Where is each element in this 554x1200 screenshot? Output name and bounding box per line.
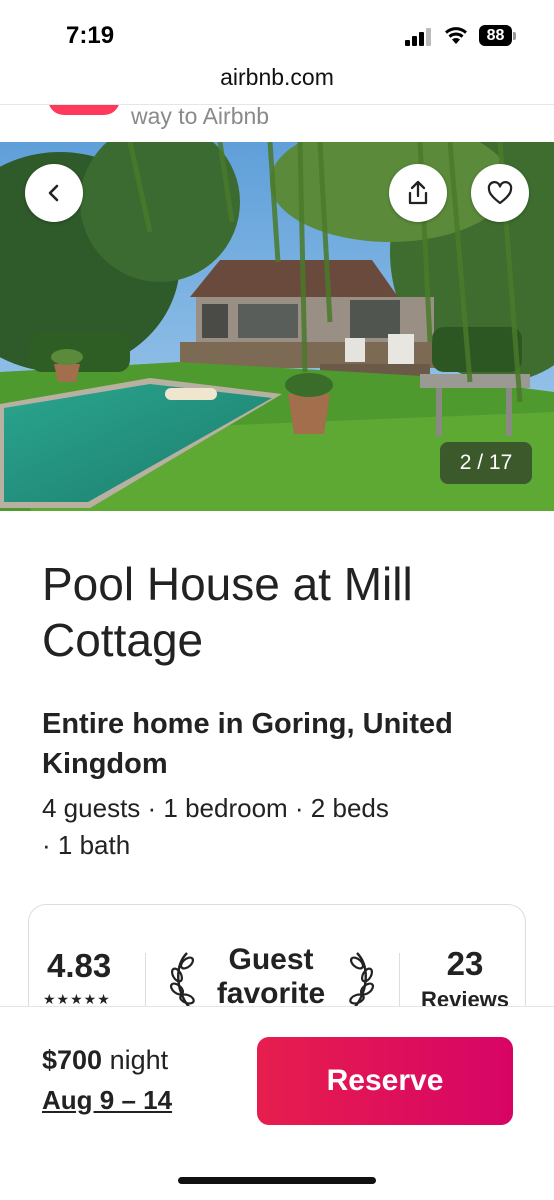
home-indicator[interactable] [178,1177,376,1184]
save-favorite-button[interactable] [471,164,529,222]
banner-logo [48,105,120,115]
battery-level: 88 [479,25,512,46]
signal-icon [405,28,433,46]
browser-url[interactable]: airbnb.com [0,64,554,91]
banner-text: way to Airbnb [131,104,270,129]
back-arrow-icon [48,184,59,202]
wifi-icon [443,24,469,46]
back-button[interactable] [25,164,83,222]
share-button[interactable] [389,164,447,222]
badge-line-1: Guest [228,943,314,976]
laurel-left-icon [169,952,195,1008]
status-bar: 7:19 88 [0,0,554,62]
details-line-1: 4 guests · 1 bedroom · 2 beds [42,793,389,823]
battery-icon: 88 [479,25,517,47]
details-line-2: · 1 bath [42,830,131,860]
listing-subtitle: Entire home in Goring, United Kingdom [42,708,453,780]
rating-value: 4.83 [47,947,112,984]
price-amount: $700 [42,1045,103,1075]
price-line: $700 night [42,1045,168,1076]
app-banner[interactable]: way to Airbnb [0,104,554,142]
divider [145,953,146,1013]
guest-favorite-badge: Guest favorite [205,943,337,1011]
price-unit: night [109,1045,169,1075]
heart-icon [487,181,513,205]
laurel-right-icon [349,952,375,1008]
listing-photo[interactable]: 2 / 17 [0,142,554,511]
status-time: 7:19 [66,22,115,49]
divider [399,953,400,1013]
listing-title: Pool House at Mill Cottage [42,558,413,666]
share-icon [408,180,428,205]
photo-counter: 2 / 17 [440,442,532,484]
date-range-link[interactable]: Aug 9 – 14 [42,1085,172,1116]
reserve-button[interactable]: Reserve [257,1037,513,1125]
listing-details: 4 guests · 1 bedroom · 2 beds · 1 bath [42,790,442,864]
reviews-count: 23 [446,945,484,982]
booking-bar: $700 night Aug 9 – 14 Reserve [0,1006,554,1200]
